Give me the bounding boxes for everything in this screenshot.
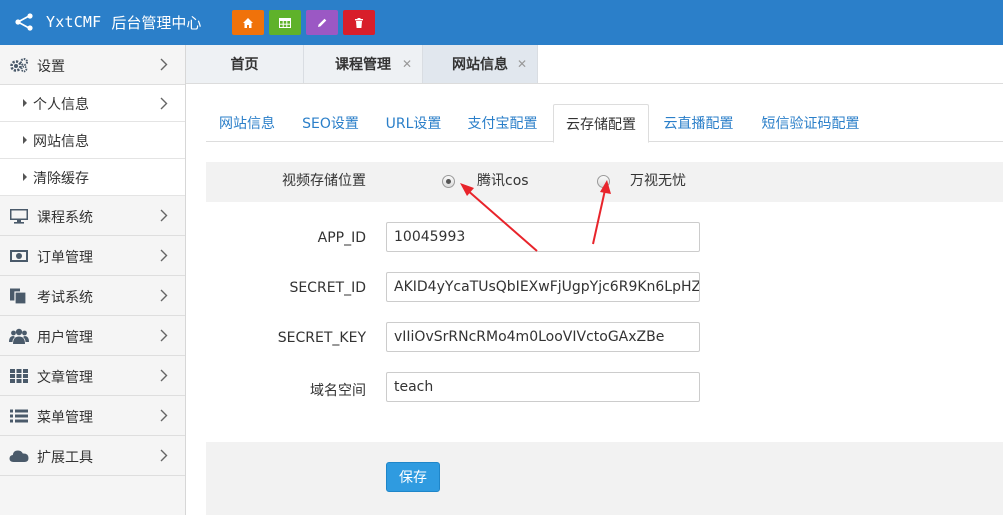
sidebar-item-articles[interactable]: 文章管理 xyxy=(0,356,185,396)
tab-cloud-live[interactable]: 云直播配置 xyxy=(658,104,739,142)
close-icon[interactable]: ✕ xyxy=(517,57,527,71)
page-tabs: 首页 课程管理 ✕ 网站信息 ✕ xyxy=(186,45,1003,84)
tab-home[interactable]: 首页 xyxy=(186,45,304,83)
caret-right-icon xyxy=(23,136,27,144)
tab-alipay[interactable]: 支付宝配置 xyxy=(462,104,543,142)
sidebar-subitem-label: 个人信息 xyxy=(33,97,89,113)
form-actions-band xyxy=(206,442,1003,515)
chevron-right-icon xyxy=(160,369,168,382)
secret-id-field[interactable]: AKID4yYcaTUsQbIEXwFjUgpYjc6R9Kn6LpHZ xyxy=(386,272,700,302)
share-nodes-icon xyxy=(15,13,33,31)
chevron-right-icon xyxy=(160,97,168,110)
secret-id-label: SECRET_ID xyxy=(289,280,366,296)
sidebar-subitem-profile[interactable]: 个人信息 xyxy=(0,85,185,122)
sidebar-subitem-site-info[interactable]: 网站信息 xyxy=(0,122,185,159)
secret-key-label: SECRET_KEY xyxy=(277,330,366,346)
gear-icon xyxy=(10,58,28,73)
sidebar-subitem-label: 网站信息 xyxy=(33,134,89,150)
tab-site-info[interactable]: 网站信息 ✕ xyxy=(423,45,538,83)
grid-icon xyxy=(10,369,28,383)
top-bar: YxtCMF 后台管理中心 xyxy=(0,0,1003,45)
sidebar-subitem-clear-cache[interactable]: 清除缓存 xyxy=(0,159,185,196)
domain-label: 域名空间 xyxy=(310,383,366,399)
monitor-icon xyxy=(10,209,28,224)
sidebar-item-label: 菜单管理 xyxy=(37,410,93,426)
sidebar: 设置 个人信息 网站信息 清除缓存 课程系统 订单管理 考试系统 用户管理 文章… xyxy=(0,45,186,515)
app-id-label: APP_ID xyxy=(317,230,366,246)
chevron-right-icon xyxy=(160,209,168,222)
secret-key-field[interactable]: vIIiOvSrRNcRMo4m0LooVIVctoGAxZBe xyxy=(386,322,700,352)
users-icon xyxy=(9,328,29,344)
list-icon xyxy=(10,409,28,423)
tab-label: 课程管理 xyxy=(335,57,391,73)
sidebar-item-label: 考试系统 xyxy=(37,290,93,306)
trash-icon xyxy=(355,17,363,28)
caret-right-icon xyxy=(23,173,27,181)
tab-label: 首页 xyxy=(230,57,259,73)
brand-name: YxtCMF xyxy=(46,13,102,31)
sidebar-item-exams[interactable]: 考试系统 xyxy=(0,276,185,316)
chevron-right-icon xyxy=(160,449,168,462)
cloud-icon xyxy=(9,450,29,462)
sidebar-item-courses[interactable]: 课程系统 xyxy=(0,196,185,236)
tab-url[interactable]: URL设置 xyxy=(379,104,448,142)
radio-wanshi[interactable] xyxy=(597,175,610,188)
money-icon xyxy=(10,250,28,262)
config-tabs: 网站信息 SEO设置 URL设置 支付宝配置 云存储配置 云直播配置 短信验证码… xyxy=(206,104,1003,143)
sidebar-item-label: 设置 xyxy=(37,59,65,75)
brand[interactable]: YxtCMF 后台管理中心 xyxy=(14,10,201,34)
radio-tencent-cos-label: 腾讯cos xyxy=(477,173,529,189)
chevron-right-icon xyxy=(160,289,168,302)
sidebar-item-label: 课程系统 xyxy=(37,210,93,226)
tab-course-management[interactable]: 课程管理 ✕ xyxy=(304,45,423,83)
sidebar-item-tools[interactable]: 扩展工具 xyxy=(0,436,185,476)
app-id-field[interactable]: 10045993 xyxy=(386,222,700,252)
sidebar-item-label: 文章管理 xyxy=(37,370,93,386)
tab-cloud-storage[interactable]: 云存储配置 xyxy=(553,104,649,143)
brand-subtitle: 后台管理中心 xyxy=(111,13,202,32)
chevron-right-icon xyxy=(160,329,168,342)
chevron-right-icon xyxy=(160,409,168,422)
sidebar-item-menus[interactable]: 菜单管理 xyxy=(0,396,185,436)
home-button[interactable] xyxy=(232,10,264,35)
domain-field[interactable]: teach xyxy=(386,372,700,402)
table-button[interactable] xyxy=(269,10,301,35)
copy-icon xyxy=(10,288,27,304)
close-icon[interactable]: ✕ xyxy=(402,57,412,71)
save-button[interactable]: 保存 xyxy=(386,462,440,492)
caret-right-icon xyxy=(23,99,27,107)
edit-button[interactable] xyxy=(306,10,338,35)
tab-seo[interactable]: SEO设置 xyxy=(294,104,367,142)
sidebar-item-users[interactable]: 用户管理 xyxy=(0,316,185,356)
sidebar-item-settings[interactable]: 设置 xyxy=(0,45,185,85)
tab-label: 网站信息 xyxy=(452,57,508,73)
home-icon xyxy=(243,17,253,28)
sidebar-item-label: 用户管理 xyxy=(37,330,93,346)
delete-button[interactable] xyxy=(343,10,375,35)
radio-tencent-cos[interactable] xyxy=(442,175,455,188)
chevron-right-icon xyxy=(160,249,168,262)
radio-wanshi-label: 万视无忧 xyxy=(630,173,686,189)
sidebar-item-orders[interactable]: 订单管理 xyxy=(0,236,185,276)
chevron-right-icon xyxy=(160,58,168,71)
sidebar-subitem-label: 清除缓存 xyxy=(33,171,89,187)
sidebar-item-label: 订单管理 xyxy=(37,250,93,266)
sidebar-item-label: 扩展工具 xyxy=(37,450,93,466)
table-icon xyxy=(279,17,291,28)
tab-sms[interactable]: 短信验证码配置 xyxy=(754,104,867,142)
pencil-icon xyxy=(318,18,327,27)
tab-site-info-config[interactable]: 网站信息 xyxy=(206,104,288,142)
storage-location-label: 视频存储位置 xyxy=(282,173,366,189)
